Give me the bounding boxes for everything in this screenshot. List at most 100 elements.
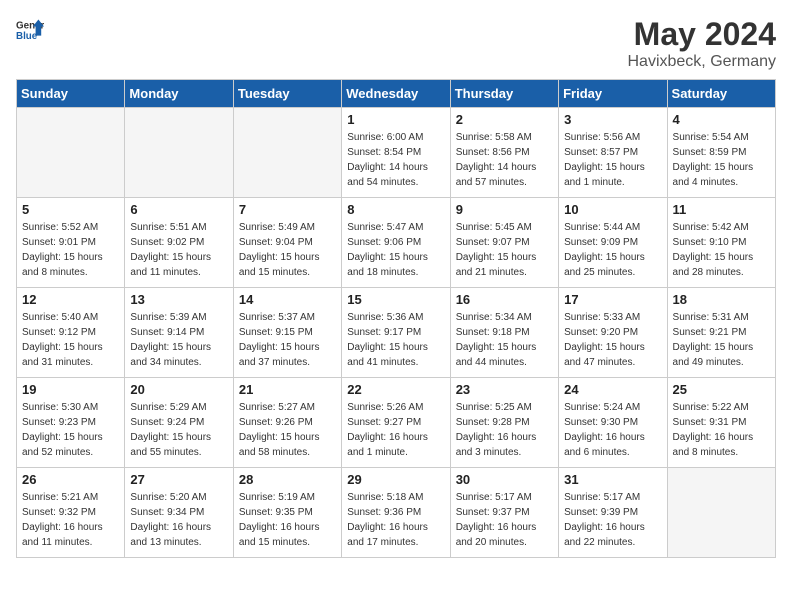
day-number: 3 [564, 112, 661, 127]
day-info: Sunrise: 5:33 AMSunset: 9:20 PMDaylight:… [564, 310, 661, 370]
day-cell: 13Sunrise: 5:39 AMSunset: 9:14 PMDayligh… [125, 288, 233, 378]
day-number: 4 [673, 112, 770, 127]
day-info: Sunrise: 5:49 AMSunset: 9:04 PMDaylight:… [239, 220, 336, 280]
header-cell-thursday: Thursday [450, 80, 558, 108]
day-cell: 12Sunrise: 5:40 AMSunset: 9:12 PMDayligh… [17, 288, 125, 378]
header-cell-friday: Friday [559, 80, 667, 108]
header-cell-tuesday: Tuesday [233, 80, 341, 108]
day-info: Sunrise: 5:24 AMSunset: 9:30 PMDaylight:… [564, 400, 661, 460]
day-number: 23 [456, 382, 553, 397]
day-cell: 5Sunrise: 5:52 AMSunset: 9:01 PMDaylight… [17, 198, 125, 288]
day-info: Sunrise: 5:29 AMSunset: 9:24 PMDaylight:… [130, 400, 227, 460]
day-number: 15 [347, 292, 444, 307]
day-cell: 16 Sunrise: 5:34 AMSunset: 9:18 PMDayligh… [450, 288, 558, 378]
day-info: Sunrise: 5:42 AMSunset: 9:10 PMDaylight:… [673, 220, 770, 280]
day-number: 30 [456, 472, 553, 487]
calendar-title: May 2024 [628, 16, 777, 53]
day-info: Sunrise: 5:17 AMSunset: 9:39 PMDaylight:… [564, 490, 661, 550]
header-cell-sunday: Sunday [17, 80, 125, 108]
logo: General Blue [16, 16, 44, 44]
day-cell: 6 Sunrise: 5:51 AMSunset: 9:02 PMDaylight… [125, 198, 233, 288]
header-cell-wednesday: Wednesday [342, 80, 450, 108]
day-info: Sunrise: 5:21 AMSunset: 9:32 PMDaylight:… [22, 490, 119, 550]
day-cell: 21 Sunrise: 5:27 AMSunset: 9:26 PMDayligh… [233, 378, 341, 468]
day-info: Sunrise: 5:20 AMSunset: 9:34 PMDaylight:… [130, 490, 227, 550]
day-number: 9 [456, 202, 553, 217]
day-number: 19 [22, 382, 119, 397]
day-cell: 20 Sunrise: 5:29 AMSunset: 9:24 PMDayligh… [125, 378, 233, 468]
day-number: 18 [673, 292, 770, 307]
week-row-3: 12Sunrise: 5:40 AMSunset: 9:12 PMDayligh… [17, 288, 776, 378]
day-cell: 4 Sunrise: 5:54 AMSunset: 8:59 PMDaylight… [667, 108, 775, 198]
header-cell-monday: Monday [125, 80, 233, 108]
day-info: Sunrise: 5:45 AMSunset: 9:07 PMDaylight:… [456, 220, 553, 280]
header-row: SundayMondayTuesdayWednesdayThursdayFrid… [17, 80, 776, 108]
day-number: 26 [22, 472, 119, 487]
day-info: Sunrise: 5:22 AMSunset: 9:31 PMDaylight:… [673, 400, 770, 460]
day-info: Sunrise: 5:36 AMSunset: 9:17 PMDaylight:… [347, 310, 444, 370]
day-info: Sunrise: 5:47 AMSunset: 9:06 PMDaylight:… [347, 220, 444, 280]
day-info: Sunrise: 5:34 AMSunset: 9:18 PMDaylight:… [456, 310, 553, 370]
day-number: 16 [456, 292, 553, 307]
day-info: Sunrise: 5:30 AMSunset: 9:23 PMDaylight:… [22, 400, 119, 460]
day-number: 28 [239, 472, 336, 487]
day-info: Sunrise: 5:19 AMSunset: 9:35 PMDaylight:… [239, 490, 336, 550]
day-cell: 14 Sunrise: 5:37 AMSunset: 9:15 PMDayligh… [233, 288, 341, 378]
day-cell: 28 Sunrise: 5:19 AMSunset: 9:35 PMDayligh… [233, 468, 341, 558]
day-cell: 10 Sunrise: 5:44 AMSunset: 9:09 PMDayligh… [559, 198, 667, 288]
calendar-subtitle: Havixbeck, Germany [628, 53, 777, 71]
day-info: Sunrise: 5:56 AMSunset: 8:57 PMDaylight:… [564, 130, 661, 190]
day-info: Sunrise: 5:25 AMSunset: 9:28 PMDaylight:… [456, 400, 553, 460]
day-cell: 1 Sunrise: 6:00 AMSunset: 8:54 PMDaylight… [342, 108, 450, 198]
day-cell: 30 Sunrise: 5:17 AMSunset: 9:37 PMDayligh… [450, 468, 558, 558]
day-cell: 7 Sunrise: 5:49 AMSunset: 9:04 PMDaylight… [233, 198, 341, 288]
day-cell [17, 108, 125, 198]
day-number: 8 [347, 202, 444, 217]
week-row-4: 19 Sunrise: 5:30 AMSunset: 9:23 PMDayligh… [17, 378, 776, 468]
day-number: 7 [239, 202, 336, 217]
day-info: Sunrise: 5:17 AMSunset: 9:37 PMDaylight:… [456, 490, 553, 550]
day-cell: 25 Sunrise: 5:22 AMSunset: 9:31 PMDayligh… [667, 378, 775, 468]
day-info: Sunrise: 5:27 AMSunset: 9:26 PMDaylight:… [239, 400, 336, 460]
day-number: 25 [673, 382, 770, 397]
day-number: 12 [22, 292, 119, 307]
day-number: 31 [564, 472, 661, 487]
day-cell: 11 Sunrise: 5:42 AMSunset: 9:10 PMDayligh… [667, 198, 775, 288]
day-number: 29 [347, 472, 444, 487]
week-row-5: 26 Sunrise: 5:21 AMSunset: 9:32 PMDayligh… [17, 468, 776, 558]
day-number: 14 [239, 292, 336, 307]
day-number: 2 [456, 112, 553, 127]
title-area: May 2024 Havixbeck, Germany [628, 16, 777, 71]
day-cell: 8 Sunrise: 5:47 AMSunset: 9:06 PMDaylight… [342, 198, 450, 288]
day-info: Sunrise: 5:54 AMSunset: 8:59 PMDaylight:… [673, 130, 770, 190]
day-cell: 24 Sunrise: 5:24 AMSunset: 9:30 PMDayligh… [559, 378, 667, 468]
logo-icon: General Blue [16, 16, 44, 44]
day-number: 17 [564, 292, 661, 307]
day-cell: 29Sunrise: 5:18 AMSunset: 9:36 PMDayligh… [342, 468, 450, 558]
day-cell: 26 Sunrise: 5:21 AMSunset: 9:32 PMDayligh… [17, 468, 125, 558]
day-info: Sunrise: 6:00 AMSunset: 8:54 PMDaylight:… [347, 130, 444, 190]
day-cell [125, 108, 233, 198]
day-cell: 18Sunrise: 5:31 AMSunset: 9:21 PMDayligh… [667, 288, 775, 378]
day-number: 5 [22, 202, 119, 217]
day-cell [667, 468, 775, 558]
day-info: Sunrise: 5:37 AMSunset: 9:15 PMDaylight:… [239, 310, 336, 370]
day-number: 10 [564, 202, 661, 217]
day-info: Sunrise: 5:58 AMSunset: 8:56 PMDaylight:… [456, 130, 553, 190]
day-cell: 27Sunrise: 5:20 AMSunset: 9:34 PMDayligh… [125, 468, 233, 558]
day-number: 1 [347, 112, 444, 127]
day-cell: 2 Sunrise: 5:58 AMSunset: 8:56 PMDaylight… [450, 108, 558, 198]
week-row-2: 5Sunrise: 5:52 AMSunset: 9:01 PMDaylight… [17, 198, 776, 288]
day-cell: 23 Sunrise: 5:25 AMSunset: 9:28 PMDayligh… [450, 378, 558, 468]
day-cell: 17 Sunrise: 5:33 AMSunset: 9:20 PMDayligh… [559, 288, 667, 378]
day-number: 21 [239, 382, 336, 397]
header: General Blue May 2024 Havixbeck, Germany [16, 16, 776, 71]
day-cell: 31 Sunrise: 5:17 AMSunset: 9:39 PMDayligh… [559, 468, 667, 558]
day-info: Sunrise: 5:51 AMSunset: 9:02 PMDaylight:… [130, 220, 227, 280]
day-info: Sunrise: 5:44 AMSunset: 9:09 PMDaylight:… [564, 220, 661, 280]
day-number: 6 [130, 202, 227, 217]
day-number: 11 [673, 202, 770, 217]
day-cell: 3 Sunrise: 5:56 AMSunset: 8:57 PMDaylight… [559, 108, 667, 198]
day-number: 20 [130, 382, 227, 397]
day-number: 24 [564, 382, 661, 397]
